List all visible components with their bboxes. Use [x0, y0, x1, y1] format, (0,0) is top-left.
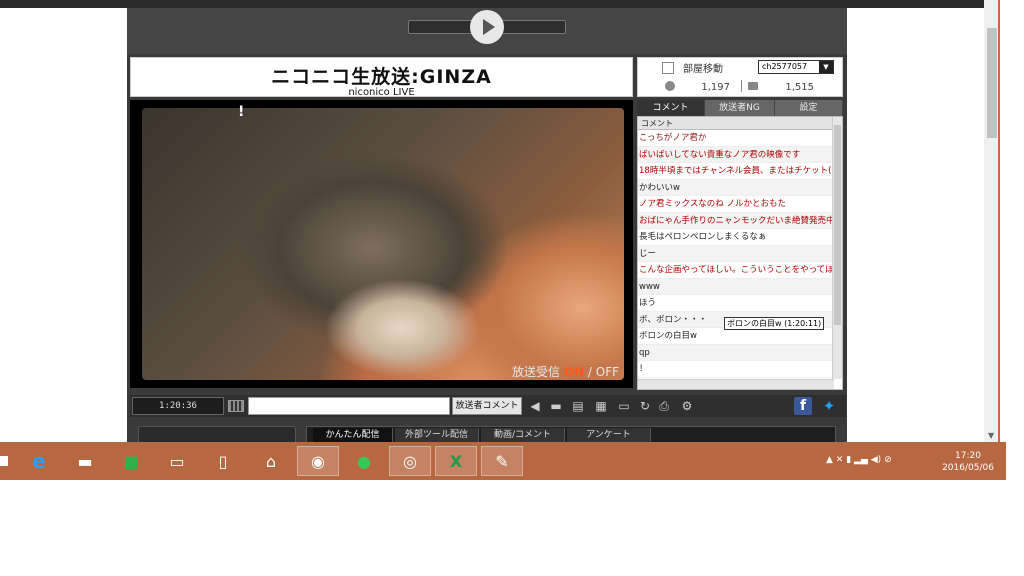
comment-row[interactable]: じー [638, 245, 834, 262]
taskbar-clock[interactable]: 17:20 2016/05/06 [936, 450, 1000, 474]
video-player[interactable]: ! 放送受信 ON / OFF [130, 100, 633, 388]
page-scroll-thumb[interactable] [987, 28, 997, 138]
comment-row[interactable]: qp [638, 344, 834, 361]
keyboard-icon[interactable] [228, 400, 244, 412]
comment-row[interactable]: かわいいw [638, 179, 834, 196]
comment-row[interactable]: おばにゃん手作りのニャンモックだいま絶賛発売中 [638, 212, 834, 229]
scroll-thumb[interactable] [834, 125, 841, 325]
player-control-bar: 1:20:36 放送者コメント ◀ ▬ ▤ ▦ ▭ ↻ ⎙ ⚙ f ✦ [130, 395, 846, 417]
clock-time: 17:20 [955, 451, 981, 461]
comment-list[interactable]: コメント こっちがノア君か ばいばいしてない貴重なノア君の映像です 18時半頃までは… [637, 116, 843, 390]
reload-icon[interactable]: ↻ [638, 399, 652, 413]
browser-window: ニコニコ生放送:GINZA niconico LIVE ! 放送受信 ON / … [0, 0, 1000, 442]
comment-row[interactable]: ほう [638, 295, 834, 312]
chrome-icon[interactable]: ◎ [389, 446, 431, 476]
paint-icon[interactable]: ✎ [481, 446, 523, 476]
file-explorer-icon[interactable]: ▬ [64, 446, 106, 476]
comment-row[interactable]: こんな企画やってほしい。こういうことをやってほしい [638, 262, 834, 279]
notification-icon[interactable]: ⊘ [884, 455, 892, 465]
receive-label: 放送受信 [511, 365, 560, 379]
comment-row[interactable]: 18時半頃まではチャンネル会員、またはチケット(100 [638, 163, 834, 180]
comment-row[interactable]: ばいばいしてない貴重なノア君の映像です [638, 146, 834, 163]
comment-row[interactable]: 長毛はペロンペロンしまくるなぁ [638, 229, 834, 246]
windows-start-icon[interactable] [0, 456, 8, 466]
twitter-icon[interactable]: ✦ [820, 397, 838, 415]
comment-horizontal-scrollbar[interactable] [638, 379, 834, 389]
broadcast-receive-toggle[interactable]: 放送受信 ON / OFF [512, 363, 619, 380]
comment-row[interactable]: ！ [638, 361, 834, 378]
printer-icon[interactable]: ⎙ [656, 399, 672, 413]
danmaku-icon[interactable]: ▤ [570, 399, 586, 413]
viewer-count: 1,197 [701, 82, 730, 93]
channel-select-value: ch2577057 [762, 62, 808, 71]
comment-row[interactable]: こっちがノア君か [638, 130, 834, 147]
logo-subtitle: niconico LIVE [348, 87, 415, 98]
left-panel-tab[interactable] [138, 426, 296, 442]
internet-explorer-icon[interactable]: e [18, 446, 60, 476]
comment-count: 1,515 [785, 82, 814, 93]
receive-on-option[interactable]: ON [564, 365, 584, 379]
tab-settings[interactable]: 設定 [775, 100, 843, 116]
desktop-screen: ニコニコ生放送:GINZA niconico LIVE ! 放送受信 ON / … [0, 0, 1024, 576]
tab-video-comment[interactable]: 動画/コメント [481, 428, 565, 442]
computer-monitor-icon[interactable]: ▭ [156, 446, 198, 476]
windows-taskbar: e ▬ ■ ▭ ▯ ⌂ ◉ ● ◎ X ✎ ▲ ✕ ▮ ▂▄ ◀) ⊘ 17:2… [0, 442, 1006, 480]
page-vertical-scrollbar[interactable]: ▼ [984, 0, 998, 442]
speaker-icon[interactable]: ◀) [871, 455, 881, 465]
comment-input[interactable] [248, 397, 450, 415]
quality-icon[interactable]: ▦ [592, 399, 610, 413]
stats-divider [741, 80, 742, 92]
settings-gear-icon[interactable]: ⚙ [678, 399, 696, 413]
thunderbird-icon[interactable]: ◉ [297, 446, 339, 476]
viewer-icon [665, 81, 675, 91]
home-icon[interactable]: ⌂ [250, 446, 292, 476]
tab-easy-broadcast[interactable]: かんたん配信 [313, 428, 393, 442]
comment-toggle-icon[interactable]: ▬ [548, 399, 564, 413]
video-frame-cat [142, 108, 624, 380]
play-button[interactable] [470, 10, 504, 44]
tab-comments[interactable]: コメント [637, 100, 705, 116]
broadcast-tab-strip: かんたん配信 外部ツール配信 動画/コメント アンケート [306, 426, 836, 442]
receive-off-option[interactable]: / OFF [588, 365, 619, 379]
owner-comment-button[interactable]: 放送者コメント [452, 397, 522, 415]
system-tray[interactable]: ▲ ✕ ▮ ▂▄ ◀) ⊘ [826, 455, 936, 469]
document-icon[interactable]: ▯ [202, 446, 244, 476]
volume-icon[interactable]: ◀ [528, 399, 542, 413]
site-logo[interactable]: ニコニコ生放送:GINZA niconico LIVE [130, 57, 633, 98]
excel-icon[interactable]: X [435, 446, 477, 476]
room-icon [662, 62, 674, 74]
comment-panel-tabs: コメント 放送者NG 設定 [637, 100, 843, 116]
bottom-panel: かんたん配信 外部ツール配信 動画/コメント アンケート [130, 420, 846, 442]
tab-owner-ng[interactable]: 放送者NG [705, 100, 775, 116]
tab-external-tool[interactable]: 外部ツール配信 [395, 428, 479, 442]
browser-toolbar-strip [0, 0, 998, 8]
tab-survey[interactable]: アンケート [567, 428, 651, 442]
battery-icon[interactable]: ▮ [846, 455, 851, 465]
comment-count-icon [748, 82, 758, 90]
comment-tooltip: ボロンの白目w (1:20:11) [724, 317, 825, 330]
logo-title: ニコニコ生放送:GINZA [271, 66, 492, 88]
tray-arrow-icon[interactable]: ▲ [826, 455, 833, 465]
line-app-icon[interactable]: ● [343, 446, 385, 476]
room-move-label: 部屋移動 [683, 64, 723, 75]
comment-vertical-scrollbar[interactable] [832, 117, 842, 379]
network-alert-icon[interactable]: ✕ [836, 455, 844, 465]
chevron-down-icon: ▼ [819, 61, 833, 73]
room-info-panel: 部屋移動 ch2577057 ▼ 1,197 1,515 [637, 57, 843, 97]
comment-rows: こっちがノア君か ばいばいしてない貴重なノア君の映像です 18時半頃まではチャンネル… [638, 130, 842, 378]
comment-row[interactable]: ノア君ミックスなのね ノルかとおもた [638, 196, 834, 213]
facebook-icon[interactable]: f [794, 397, 812, 415]
elapsed-time: 1:20:36 [132, 397, 224, 415]
fullscreen-icon[interactable]: ▭ [616, 399, 632, 413]
clock-date: 2016/05/06 [942, 463, 994, 473]
play-icon [483, 19, 495, 35]
comment-row[interactable]: ボロンの白目w [638, 328, 834, 345]
comment-column-header[interactable]: コメント [638, 117, 834, 130]
scroll-down-icon[interactable]: ▼ [988, 431, 994, 440]
store-icon[interactable]: ■ [110, 446, 152, 476]
comment-row[interactable]: www [638, 278, 834, 295]
alert-icon: ! [238, 104, 245, 120]
channel-select[interactable]: ch2577057 ▼ [758, 60, 834, 74]
signal-icon[interactable]: ▂▄ [854, 455, 868, 465]
